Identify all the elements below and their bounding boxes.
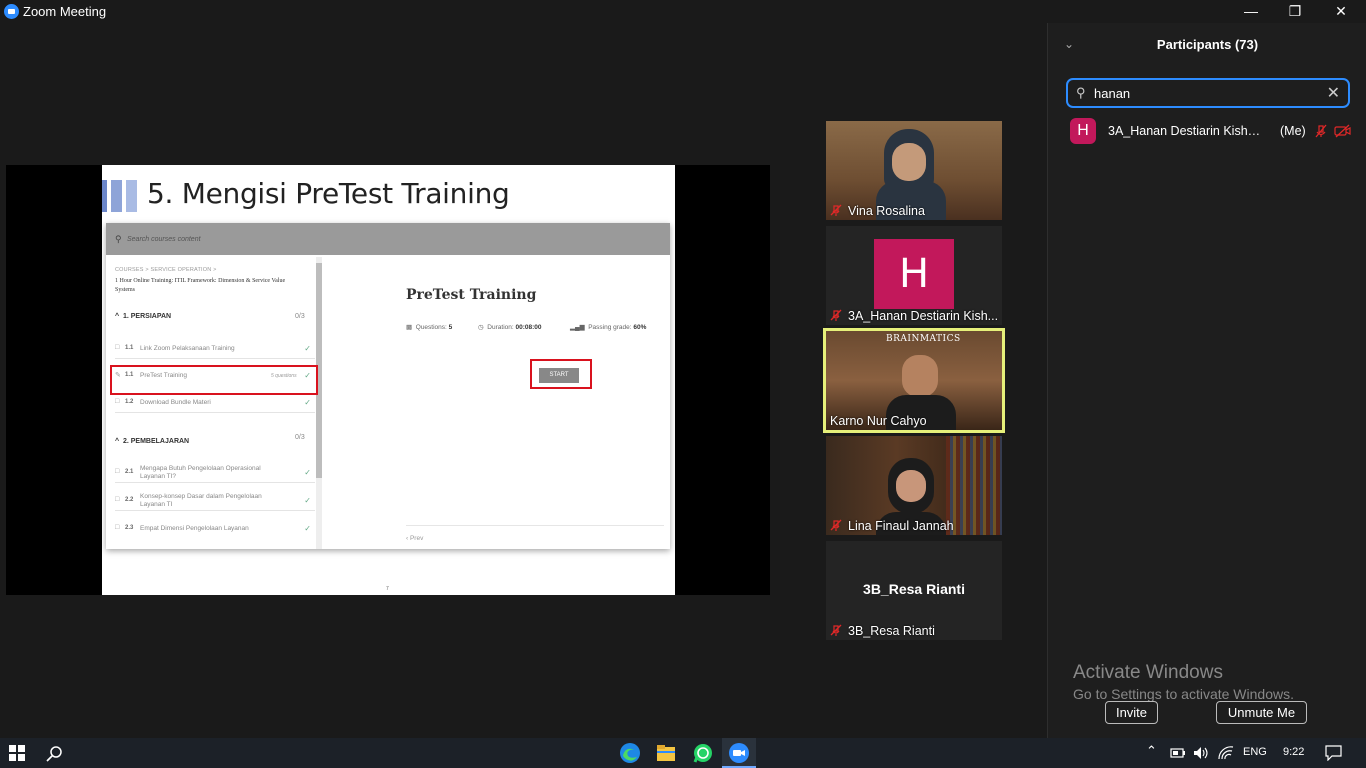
activate-windows-watermark: Activate Windows Go to Settings to activ… [1073, 662, 1294, 702]
check-icon: ✓ [304, 496, 311, 505]
participant-row-name: 3A_Hanan Destiarin Kishendra [1108, 124, 1265, 138]
participant-search-input[interactable] [1094, 84, 1314, 102]
zoom-logo-icon [4, 4, 19, 19]
close-button[interactable]: ✕ [1318, 0, 1364, 23]
participant-row[interactable]: H 3A_Hanan Destiarin Kishendra (Me) [1066, 117, 1356, 145]
battery-icon[interactable] [1170, 747, 1186, 759]
video-tile[interactable]: Lina Finaul Jannah [826, 436, 1002, 535]
mic-muted-icon [830, 519, 842, 531]
list-item: □ 1.1 Link Zoom Pelaksanaan Training ✓ [115, 337, 315, 359]
avatar: H [1070, 118, 1096, 144]
mic-muted-icon [1315, 124, 1327, 138]
title-bar: Zoom Meeting — ❐ ✕ [0, 0, 1366, 23]
mic-muted-icon [830, 204, 842, 216]
duration-meta: ◷ Duration: 00:08:00 [478, 324, 542, 331]
mic-muted-icon [830, 624, 842, 636]
windows-start-icon[interactable] [9, 745, 25, 761]
participant-name: Vina Rosalina [848, 204, 925, 218]
participants-title: Participants (73) [1156, 37, 1259, 52]
participant-name: 3A_Hanan Destiarin Kish... [848, 309, 999, 323]
list-item: □ 2.1 Mengapa Butuh Pengelolaan Operasio… [115, 461, 315, 483]
section-title: ^ 2. PEMBELAJARAN [115, 438, 190, 445]
check-icon: ✓ [304, 524, 311, 533]
edge-icon[interactable] [619, 742, 641, 764]
check-icon: ✓ [304, 398, 311, 407]
pretest-title: PreTest Training [406, 287, 537, 303]
start-button: START [539, 368, 579, 383]
section-count: 0/3 [295, 313, 305, 320]
participant-name: Karno Nur Cahyo [830, 414, 927, 428]
clock[interactable]: 9:22 [1283, 746, 1304, 758]
language-indicator[interactable]: ENG [1243, 746, 1267, 758]
list-item: □ 2.2 Konsep-konsep Dasar dalam Pengelol… [115, 489, 315, 511]
notifications-icon[interactable] [1325, 745, 1342, 761]
video-tile[interactable]: Vina Rosalina [826, 121, 1002, 220]
search-icon[interactable] [46, 745, 63, 762]
wifi-icon[interactable] [1218, 746, 1234, 760]
participants-panel: ⌄ Participants (73) ⚲ ✕ H 3A_Hanan Desti… [1047, 23, 1366, 738]
restore-button[interactable]: ❐ [1272, 0, 1318, 23]
video-tile-active-speaker[interactable]: BRAINMATICS Karno Nur Cahyo [823, 328, 1005, 433]
list-item: □ 2.3 Empat Dimensi Pengelolaan Layanan … [115, 524, 311, 533]
page-number: 7 [386, 586, 389, 592]
participant-search: ⚲ ✕ [1066, 78, 1350, 108]
participant-center-name: 3B_Resa Rianti [863, 581, 965, 597]
invite-button[interactable]: Invite [1105, 701, 1158, 724]
passing-grade-meta: ▂▄▆ Passing grade: 60% [570, 324, 647, 331]
course-search-placeholder: Search courses content [127, 236, 201, 243]
unmute-me-button[interactable]: Unmute Me [1216, 701, 1307, 724]
windows-taskbar: ⌃ ENG 9:22 [0, 738, 1366, 768]
section-count: 0/3 [295, 434, 305, 441]
outline-scrollbar [316, 257, 322, 549]
prev-link: ‹ Prev [406, 535, 424, 542]
volume-icon[interactable] [1193, 746, 1209, 760]
document-icon: □ [115, 496, 120, 503]
video-tile[interactable]: H 3A_Hanan Destiarin Kish... [826, 226, 1002, 325]
slide-title: 5. Mengisi PreTest Training [147, 177, 510, 210]
breadcrumb: COURSES > SERVICE OPERATION > [115, 267, 217, 273]
document-icon: □ [115, 344, 120, 351]
section-title: ^ 1. PERSIAPAN [115, 313, 172, 320]
shared-slide: 5. Mengisi PreTest Training ⚲ Search cou… [102, 165, 675, 595]
participant-name: 3B_Resa Rianti [848, 624, 935, 638]
course-screenshot: ⚲ Search courses content COURSES > SERVI… [106, 223, 670, 549]
participant-avatar: H [874, 239, 954, 309]
course-outline: COURSES > SERVICE OPERATION > 1 Hour Onl… [106, 255, 324, 549]
brainmatics-logo: BRAINMATICS [886, 334, 961, 344]
window-title: Zoom Meeting [23, 4, 107, 19]
chevron-up-icon[interactable]: ⌃ [1146, 743, 1157, 759]
video-tile[interactable]: 3B_Resa Rianti 3B_Resa Rianti [826, 541, 1002, 640]
divider [406, 525, 664, 526]
highlight-box [110, 365, 318, 395]
search-icon: ⚲ [1076, 85, 1086, 100]
clear-icon[interactable]: ✕ [1327, 83, 1340, 103]
zoom-icon [729, 743, 749, 763]
search-icon: ⚲ [115, 234, 122, 244]
document-icon: □ [115, 524, 120, 531]
video-off-icon [1334, 124, 1351, 138]
pretest-pane: PreTest Training ▩ Questions: 5 ◷ Durati… [324, 255, 670, 549]
document-icon: □ [115, 398, 120, 405]
whatsapp-icon[interactable] [692, 742, 714, 764]
minimize-button[interactable]: — [1228, 0, 1274, 23]
questions-meta: ▩ Questions: 5 [406, 324, 453, 331]
course-search-bar: ⚲ Search courses content [106, 223, 670, 255]
file-explorer-icon[interactable] [655, 742, 677, 764]
check-icon: ✓ [304, 344, 311, 353]
participant-name: Lina Finaul Jannah [848, 519, 954, 533]
participant-silhouette [902, 355, 938, 397]
check-icon: ✓ [304, 468, 311, 477]
mic-muted-icon [830, 309, 842, 321]
document-icon: □ [115, 468, 120, 475]
course-title: 1 Hour Online Training: ITIL Framework: … [115, 278, 286, 293]
me-badge: (Me) [1280, 124, 1306, 138]
